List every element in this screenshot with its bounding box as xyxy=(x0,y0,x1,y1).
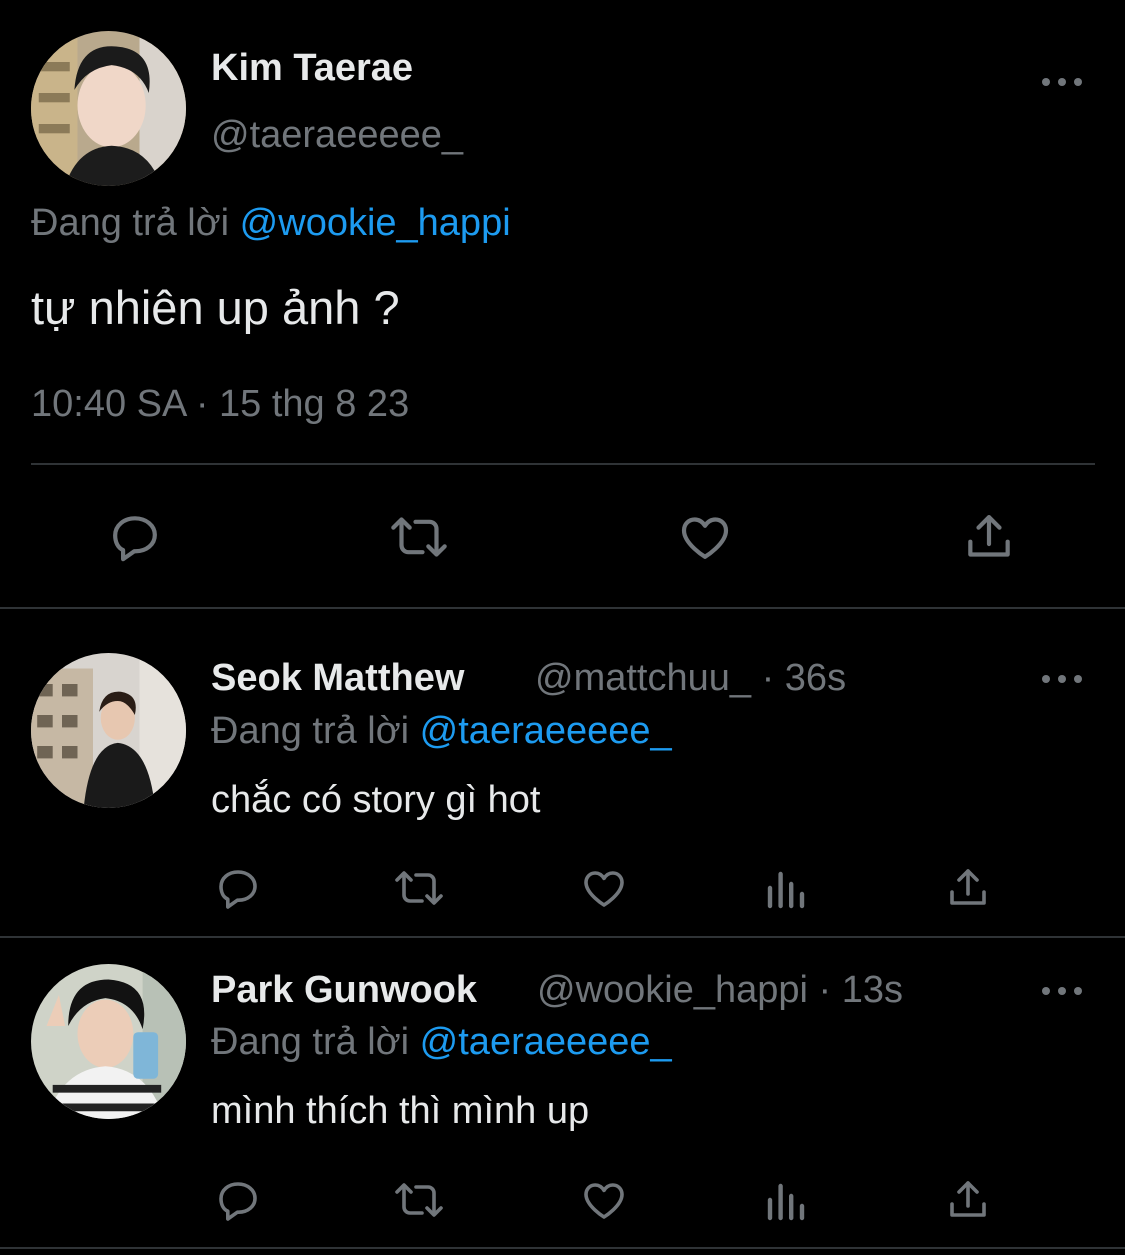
analytics-button[interactable] xyxy=(758,862,814,914)
retweet-icon xyxy=(391,517,447,557)
separator: · xyxy=(818,969,832,1011)
reply-button[interactable] xyxy=(100,505,170,569)
separator: · xyxy=(195,383,209,425)
user-handle[interactable]: @mattchuu_ xyxy=(535,657,751,699)
retweet-button[interactable] xyxy=(384,505,454,569)
like-icon xyxy=(681,517,729,559)
like-icon xyxy=(584,1183,624,1219)
tweet-timestamp[interactable]: 10:40 SA · 15 thg 8 23 xyxy=(31,382,409,426)
user-handle[interactable]: @taeraeeeee_ xyxy=(211,113,463,157)
divider xyxy=(0,936,1125,938)
avatar-photo xyxy=(31,964,186,1119)
reply-icon xyxy=(219,1182,257,1221)
reply-context: Đang trả lời @wookie_happi xyxy=(31,201,511,245)
avatar-photo xyxy=(31,653,186,808)
more-options-icon[interactable] xyxy=(1042,76,1082,88)
reply-context: Đang trả lời @taeraeeeee_ xyxy=(211,1020,672,1064)
retweet-button[interactable] xyxy=(390,1174,448,1226)
tweet-inner-divider xyxy=(31,463,1095,465)
reply-button[interactable] xyxy=(210,862,266,914)
avatar[interactable] xyxy=(31,653,186,808)
analytics-icon xyxy=(767,1183,805,1221)
analytics-icon xyxy=(767,871,805,909)
tweet-text: chắc có story gì hot xyxy=(211,779,541,821)
separator: · xyxy=(761,657,775,699)
tweet-text: mình thích thì mình up xyxy=(211,1090,590,1132)
reply-icon xyxy=(219,870,257,909)
divider xyxy=(0,607,1125,609)
reply-header-meta: @wookie_happi · 13s xyxy=(537,968,903,1012)
reply-mention-link[interactable]: @wookie_happi xyxy=(240,202,511,244)
reply-prefix: Đang trả lời xyxy=(211,1021,410,1063)
retweet-icon xyxy=(395,1183,443,1217)
avatar[interactable] xyxy=(31,31,186,186)
more-options-icon[interactable] xyxy=(1042,985,1082,997)
share-button[interactable] xyxy=(940,862,996,914)
reply-context: Đang trả lời @taeraeeeee_ xyxy=(211,709,672,753)
like-icon xyxy=(584,871,624,907)
tweet-date: 15 thg 8 23 xyxy=(219,383,410,425)
user-handle[interactable]: @wookie_happi xyxy=(537,969,808,1011)
retweet-button[interactable] xyxy=(390,862,448,914)
share-icon xyxy=(950,869,986,905)
more-options-icon[interactable] xyxy=(1042,673,1082,685)
like-button[interactable] xyxy=(670,505,740,569)
share-button[interactable] xyxy=(954,505,1024,569)
avatar[interactable] xyxy=(31,964,186,1119)
display-name[interactable]: Seok Matthew xyxy=(211,656,464,700)
reply-prefix: Đang trả lời xyxy=(31,202,230,244)
display-name[interactable]: Park Gunwook xyxy=(211,968,477,1012)
reply-mention-link[interactable]: @taeraeeeee_ xyxy=(420,1021,672,1063)
tweet-age[interactable]: 13s xyxy=(842,969,903,1011)
reply-header-meta: @mattchuu_ · 36s xyxy=(535,656,846,700)
analytics-button[interactable] xyxy=(758,1174,814,1226)
reply-button[interactable] xyxy=(210,1174,266,1226)
divider xyxy=(0,1247,1125,1249)
share-icon xyxy=(950,1181,986,1217)
share-icon xyxy=(968,515,1010,557)
like-button[interactable] xyxy=(576,862,632,914)
tweet-text: tự nhiên up ảnh ? xyxy=(31,281,400,334)
reply-prefix: Đang trả lời xyxy=(211,710,410,752)
avatar-photo xyxy=(31,31,186,186)
reply-icon xyxy=(113,516,157,562)
retweet-icon xyxy=(395,871,443,905)
display-name[interactable]: Kim Taerae xyxy=(211,46,413,90)
tweet-time: 10:40 SA xyxy=(31,383,186,425)
reply-mention-link[interactable]: @taeraeeeee_ xyxy=(420,710,672,752)
tweet-age[interactable]: 36s xyxy=(785,657,846,699)
like-button[interactable] xyxy=(576,1174,632,1226)
share-button[interactable] xyxy=(940,1174,996,1226)
